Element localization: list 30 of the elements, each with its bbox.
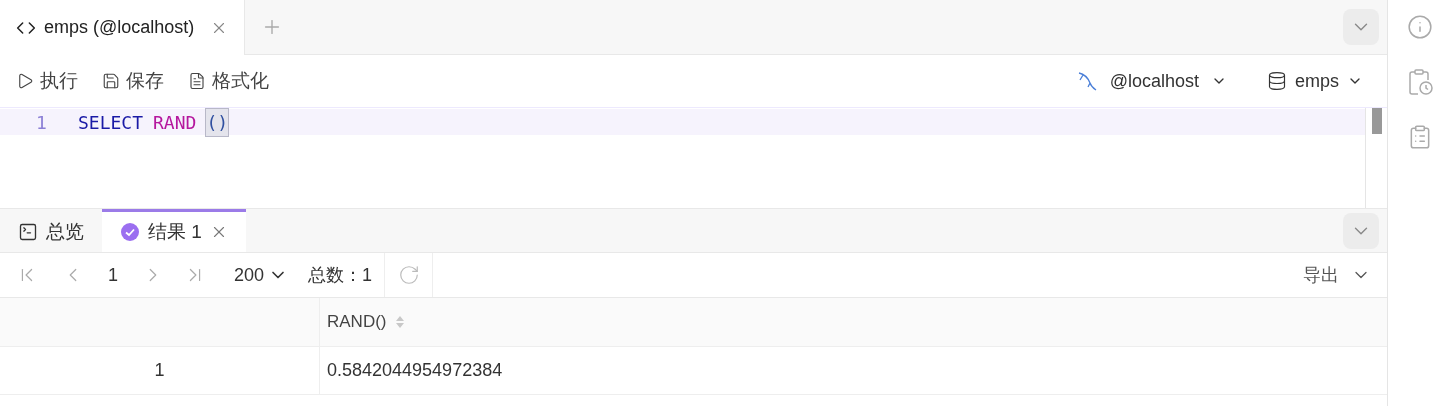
total-count: 总数：1	[308, 263, 373, 287]
page-size-select[interactable]: 200	[234, 261, 289, 289]
result-tab[interactable]: 结果 1	[102, 209, 246, 252]
database-icon	[1267, 71, 1287, 91]
row-number: 1	[154, 359, 165, 382]
code-token: RAND	[153, 110, 197, 135]
info-icon[interactable]	[1407, 14, 1433, 40]
terminal-icon	[18, 222, 38, 242]
column-header[interactable]: RAND()	[327, 309, 387, 335]
page-number: 1	[108, 263, 118, 287]
collapse-button[interactable]	[1343, 212, 1379, 249]
line-number: 1	[35, 110, 48, 135]
editor-tab[interactable]: emps (@localhost)	[0, 0, 246, 55]
clipboard-clock-icon[interactable]	[1406, 68, 1434, 96]
play-icon	[16, 72, 34, 90]
check-circle-icon	[120, 222, 140, 242]
collapse-button[interactable]	[1343, 9, 1379, 45]
table-cell-text: 0.5842044954972384	[327, 359, 503, 382]
export-button[interactable]: 导出	[1303, 261, 1371, 289]
toolbar-button[interactable]: 保存	[102, 66, 164, 96]
result-tab[interactable]: 总览	[0, 209, 102, 252]
connection-select[interactable]: @localhost	[1075, 67, 1227, 95]
code-token: ()	[206, 108, 229, 136]
database-select[interactable]: emps	[1267, 67, 1363, 95]
refresh-icon[interactable]	[397, 264, 420, 286]
save-icon	[102, 72, 120, 90]
toolbar-button[interactable]: 格式化	[188, 66, 269, 96]
code-token: SELECT	[78, 110, 144, 135]
document-icon	[188, 72, 206, 90]
toolbar-button[interactable]: 执行	[16, 66, 78, 96]
